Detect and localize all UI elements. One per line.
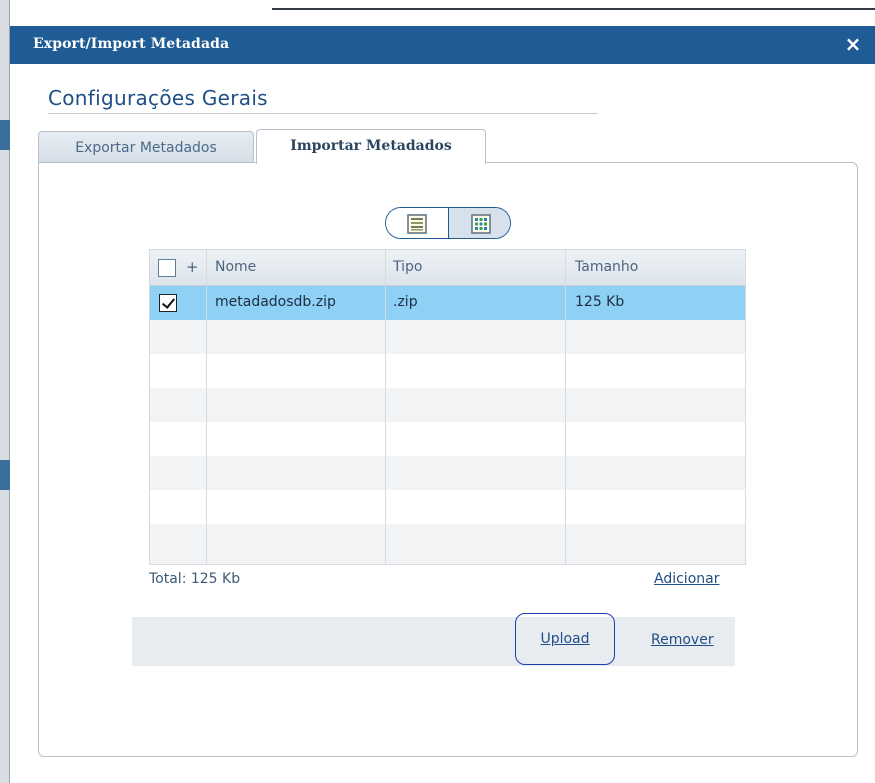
column-divider: [565, 250, 566, 564]
empty-row: [150, 388, 745, 422]
empty-row: [150, 354, 745, 388]
empty-row: [150, 490, 745, 524]
column-header-tipo[interactable]: Tipo: [393, 259, 422, 275]
column-divider: [385, 250, 386, 564]
remove-link[interactable]: Remover: [651, 632, 714, 648]
list-view-icon: [407, 214, 427, 234]
empty-row: [150, 456, 745, 490]
background-app-edge: [0, 0, 10, 783]
empty-row: [150, 320, 745, 354]
dialog-titlebar: Export/Import Metadada ×: [10, 26, 875, 64]
empty-row: [150, 524, 745, 564]
section-divider: [48, 113, 598, 114]
select-all-checkbox[interactable]: [158, 259, 176, 277]
grid-view-button[interactable]: [449, 208, 510, 238]
add-link[interactable]: Adicionar: [654, 571, 719, 587]
table-row[interactable]: metadadosdb.zip .zip 125 Kb: [150, 286, 745, 320]
add-column-icon[interactable]: +: [186, 258, 199, 276]
upload-button[interactable]: Upload: [515, 613, 615, 665]
tab-importar-metadados[interactable]: Importar Metadados: [256, 129, 486, 164]
column-divider: [206, 250, 207, 564]
files-table: + Nome Tipo Tamanho metadadosdb.zip .zip…: [149, 249, 746, 565]
list-view-button[interactable]: [386, 208, 449, 238]
background-divider: [272, 8, 875, 10]
grid-view-icon: [470, 214, 491, 234]
section-title: Configurações Gerais: [48, 86, 268, 110]
tab-exportar-metadados[interactable]: Exportar Metadados: [38, 131, 254, 163]
column-header-nome[interactable]: Nome: [215, 259, 256, 275]
close-icon[interactable]: ×: [843, 32, 863, 56]
total-size: Total: 125 Kb: [149, 571, 241, 587]
background-app-top: [10, 0, 875, 14]
background-strip: [0, 460, 10, 490]
action-bar: Upload Remover: [132, 613, 735, 666]
upload-link[interactable]: Upload: [540, 631, 589, 647]
background-strip: [0, 120, 10, 150]
view-toggle: [385, 207, 511, 239]
empty-row: [150, 422, 745, 456]
export-import-dialog: Export/Import Metadada × Configurações G…: [10, 14, 875, 783]
table-header: + Nome Tipo Tamanho: [150, 250, 745, 286]
column-header-tamanho[interactable]: Tamanho: [575, 259, 638, 275]
cell-tamanho: 125 Kb: [575, 294, 625, 310]
cell-tipo: .zip: [393, 294, 418, 310]
cell-nome: metadadosdb.zip: [215, 294, 336, 310]
tab-bar: Exportar Metadados Importar Metadados: [38, 129, 858, 164]
dialog-title: Export/Import Metadada: [33, 36, 230, 52]
row-checkbox[interactable]: [159, 294, 177, 312]
import-panel: + Nome Tipo Tamanho metadadosdb.zip .zip…: [38, 162, 858, 757]
